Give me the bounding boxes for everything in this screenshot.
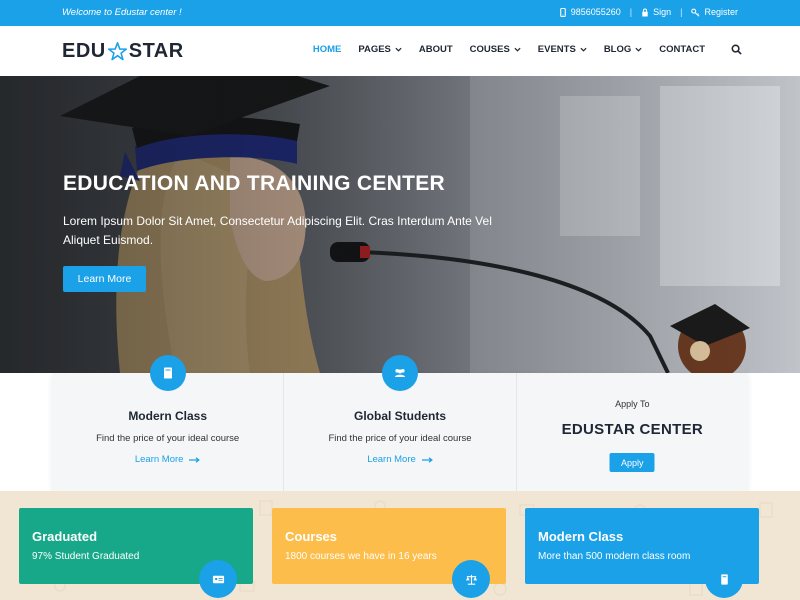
arrow-right-icon: [189, 456, 201, 463]
stat-text: 97% Student Graduated: [32, 551, 140, 562]
stat-text: 1800 courses we have in 16 years: [285, 551, 437, 562]
main-nav: HOME PAGES ABOUT COUSES EVENTS BLOG CONT…: [313, 44, 742, 55]
stat-card-modern-class: Modern Class More than 500 modern class …: [525, 508, 759, 598]
chevron-down-icon: [395, 47, 402, 52]
key-icon: [691, 8, 700, 17]
lock-icon: [642, 8, 648, 17]
learn-more-label: Learn More: [134, 454, 184, 465]
star-icon: [107, 41, 127, 61]
search-icon[interactable]: [731, 44, 742, 55]
main-header: EDU STAR HOME PAGES ABOUT COUSES EVENTS …: [0, 26, 800, 76]
feature-title: Modern Class: [128, 409, 207, 423]
feature-card: Global Students Find the price of your i…: [284, 355, 517, 491]
nav-pages-label: PAGES: [358, 44, 391, 55]
nav-home-label: HOME: [312, 44, 342, 55]
hero-learn-more-button[interactable]: Learn More: [63, 266, 146, 292]
chevron-down-icon: [514, 47, 521, 52]
feature-icon-circle: [149, 355, 186, 391]
logo-text-edu: EDU: [62, 40, 106, 62]
register-link[interactable]: Register: [691, 7, 738, 17]
stat-icon-circle: [452, 560, 490, 598]
divider: |: [629, 7, 633, 17]
phone-link[interactable]: 9856055260: [559, 7, 621, 17]
hero-banner: EDUCATION AND TRAINING CENTER Lorem Ipsu…: [0, 76, 800, 373]
nav-blog[interactable]: BLOG: [604, 44, 642, 55]
logo[interactable]: EDU STAR: [62, 40, 184, 63]
nav-events[interactable]: EVENTS: [538, 44, 587, 55]
stat-title: Courses: [285, 529, 338, 544]
welcome-text: Welcome to Edustar center !: [62, 7, 182, 18]
sign-label: Sign: [653, 7, 672, 17]
nav-blog-label: BLOG: [603, 44, 632, 55]
apply-title: EDUSTAR CENTER: [561, 421, 704, 438]
stats-section: Graduated 97% Student Graduated Courses …: [0, 491, 800, 600]
nav-about[interactable]: ABOUT: [419, 44, 453, 55]
feature-learn-more-link[interactable]: Learn More: [284, 454, 515, 465]
nav-couses-label: COUSES: [469, 44, 510, 55]
top-bar-links: 9856055260 | Sign | Register: [559, 7, 738, 17]
logo-text-star: STAR: [128, 40, 184, 62]
register-label: Register: [704, 7, 738, 17]
feature-desc: Find the price of your ideal course: [96, 433, 240, 444]
arrow-right-icon: [421, 456, 433, 463]
feature-title: Global Students: [353, 409, 446, 423]
nav-about-label: ABOUT: [418, 44, 453, 55]
stat-text: More than 500 modern class room: [538, 551, 691, 562]
scale-icon: [465, 574, 477, 585]
nav-couses[interactable]: COUSES: [470, 44, 521, 55]
feature-learn-more-link[interactable]: Learn More: [52, 454, 283, 465]
stat-icon-circle: [199, 560, 237, 598]
stat-title: Modern Class: [538, 529, 624, 544]
book-icon: [720, 573, 728, 585]
stat-icon-circle: [705, 560, 743, 598]
stat-card-courses: Courses 1800 courses we have in 16 years: [272, 508, 506, 598]
nav-home[interactable]: HOME: [313, 44, 342, 55]
nav-events-label: EVENTS: [537, 44, 576, 55]
chevron-down-icon: [635, 47, 642, 52]
id-card-icon: [212, 575, 224, 583]
sign-link[interactable]: Sign: [641, 7, 671, 17]
stat-title: Graduated: [32, 529, 98, 544]
top-bar: Welcome to Edustar center ! 9856055260 |…: [0, 0, 800, 26]
nav-pages[interactable]: PAGES: [358, 44, 402, 55]
divider: |: [680, 7, 683, 17]
hero-text: Lorem Ipsum Dolor Sit Amet, Consectetur …: [63, 214, 492, 247]
apply-card: Apply To EDUSTAR CENTER Apply: [517, 373, 748, 491]
apply-button[interactable]: Apply: [609, 453, 655, 472]
feature-card: Modern Class Find the price of your idea…: [52, 355, 285, 491]
chevron-down-icon: [580, 47, 587, 52]
users-icon: [394, 369, 405, 377]
phone-icon: [559, 7, 566, 17]
nav-contact[interactable]: CONTACT: [659, 44, 705, 55]
book-icon: [163, 367, 172, 379]
features-panel: Modern Class Find the price of your idea…: [52, 355, 748, 491]
stat-card-graduated: Graduated 97% Student Graduated: [19, 508, 253, 598]
learn-more-label: Learn More: [367, 454, 416, 465]
phone-number: 9856055260: [570, 7, 621, 17]
feature-desc: Find the price of your ideal course: [328, 433, 472, 444]
nav-contact-label: CONTACT: [659, 44, 705, 55]
hero-title: EDUCATION AND TRAINING CENTER: [63, 172, 446, 195]
feature-icon-circle: [381, 355, 418, 391]
apply-to-label: Apply To: [615, 399, 650, 409]
